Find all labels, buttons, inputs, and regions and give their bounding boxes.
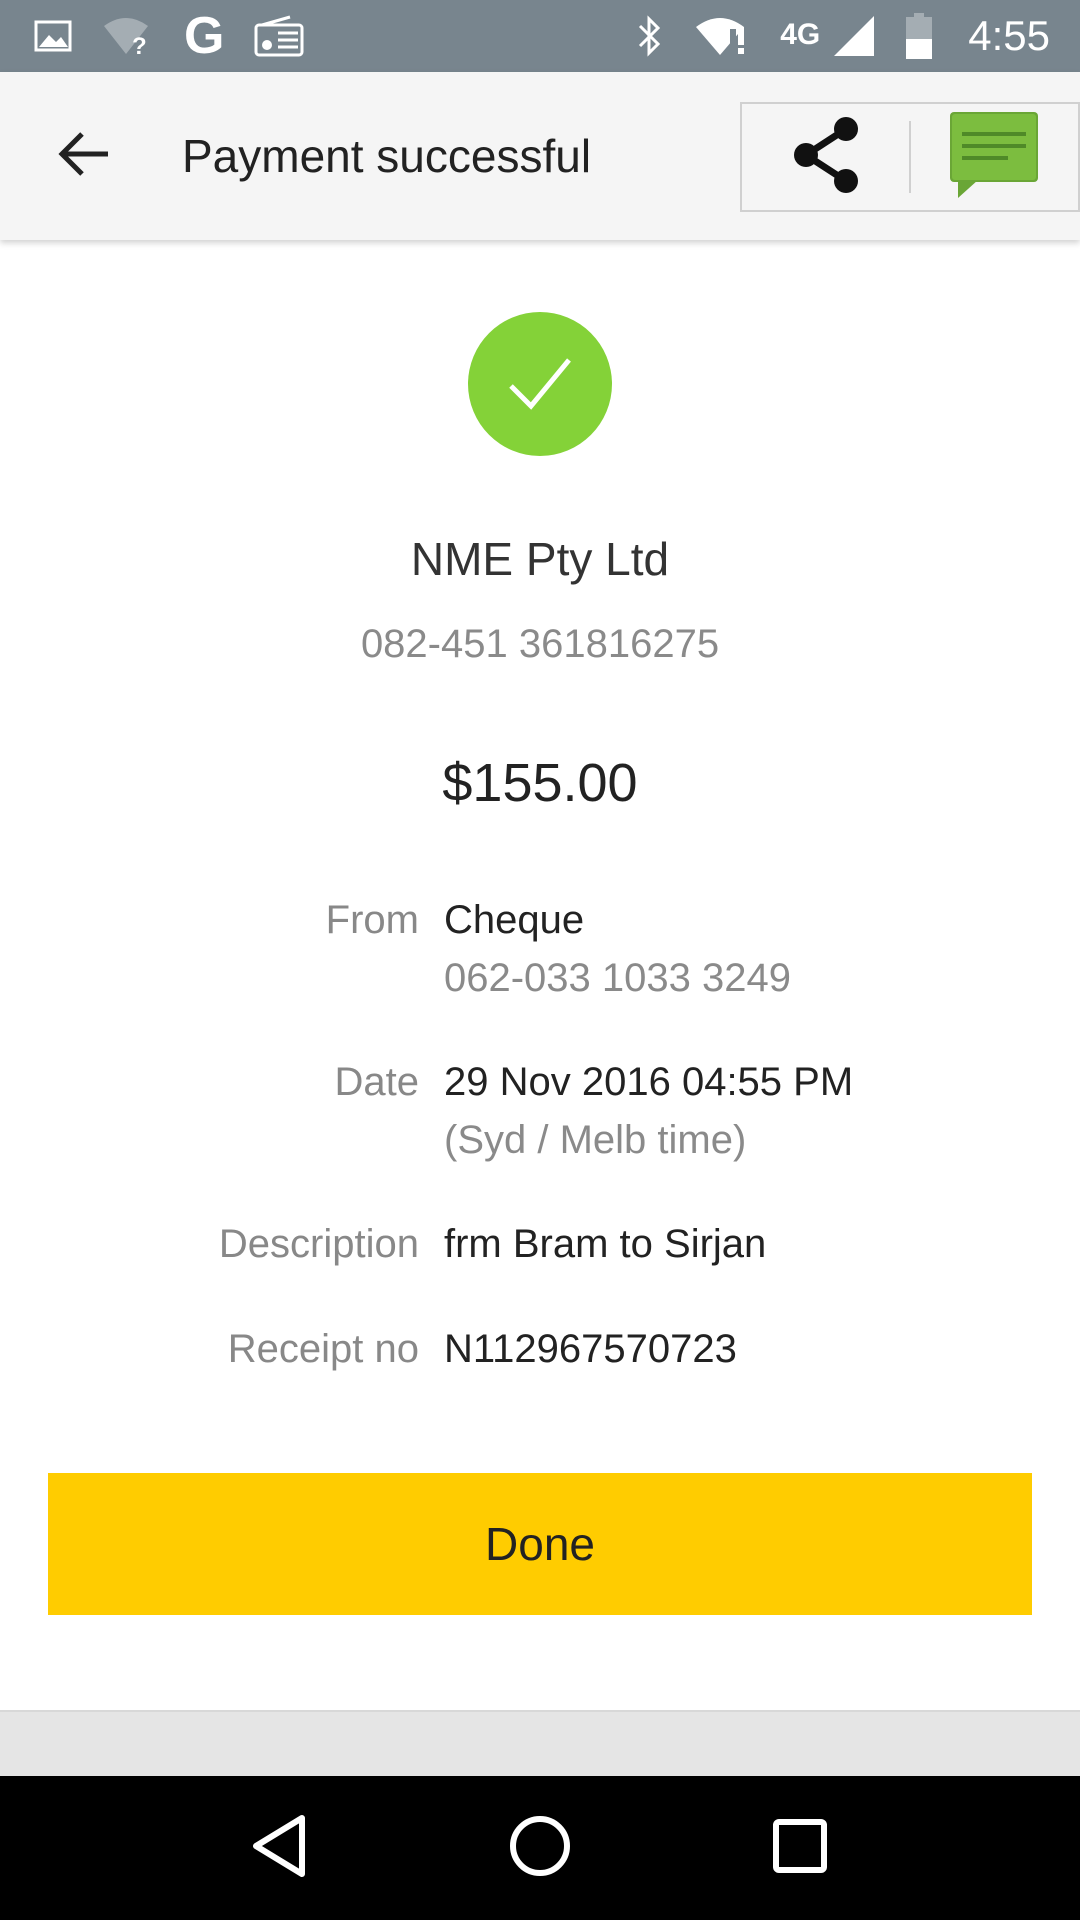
wifi-unknown-icon: ?	[102, 16, 154, 56]
share-icon	[788, 115, 864, 200]
radio-icon	[254, 15, 304, 57]
date-timezone: (Syd / Melb time)	[444, 1118, 747, 1162]
payment-amount: $155.00	[442, 753, 638, 813]
from-label: From	[325, 898, 419, 942]
status-bar: ? G 4G 4:55	[0, 0, 1080, 72]
svg-text:?: ?	[132, 33, 147, 56]
date-label: Date	[334, 1060, 420, 1104]
cellular-signal-icon	[832, 14, 876, 58]
nav-home-button[interactable]	[490, 1798, 590, 1898]
battery-icon	[906, 13, 933, 59]
nav-back-icon	[250, 1814, 310, 1883]
page-title: Payment successful	[182, 130, 592, 182]
toolbar-actions	[740, 102, 1080, 212]
google-g-icon: G	[184, 7, 225, 65]
nav-home-icon	[508, 1814, 572, 1883]
payee-account: 082-451 361816275	[360, 622, 720, 666]
done-button[interactable]: Done	[48, 1473, 1032, 1615]
wifi-alert-icon	[694, 15, 750, 57]
message-icon	[948, 110, 1040, 205]
image-icon	[34, 20, 72, 52]
nav-recents-button[interactable]	[750, 1798, 850, 1898]
nav-recents-icon	[772, 1818, 828, 1879]
nav-back-button[interactable]	[230, 1798, 330, 1898]
date-value: 29 Nov 2016 04:55 PM	[444, 1060, 854, 1104]
from-account-name: Cheque	[444, 898, 585, 942]
receipt-number: N112967570723	[444, 1327, 737, 1371]
message-button[interactable]	[911, 104, 1078, 210]
network-type: 4G	[780, 18, 821, 51]
app-toolbar: Payment successful	[0, 72, 1080, 240]
receipt-label: Receipt no	[227, 1327, 419, 1371]
description-value: frm Bram to Sirjan	[444, 1222, 767, 1266]
back-button[interactable]	[36, 108, 132, 204]
back-arrow-icon	[56, 130, 112, 183]
bluetooth-icon	[636, 14, 664, 58]
clock: 4:55	[968, 12, 1050, 59]
receipt-card: NME Pty Ltd 082-451 361816275 $155.00 Fr…	[0, 240, 1080, 1712]
from-account-number: 062-033 1033 3249	[444, 956, 791, 1000]
payee-name: NME Pty Ltd	[410, 533, 670, 585]
description-label: Description	[218, 1222, 419, 1266]
share-button[interactable]	[742, 104, 909, 210]
navigation-bar	[0, 1776, 1080, 1920]
success-check-icon	[468, 312, 612, 456]
